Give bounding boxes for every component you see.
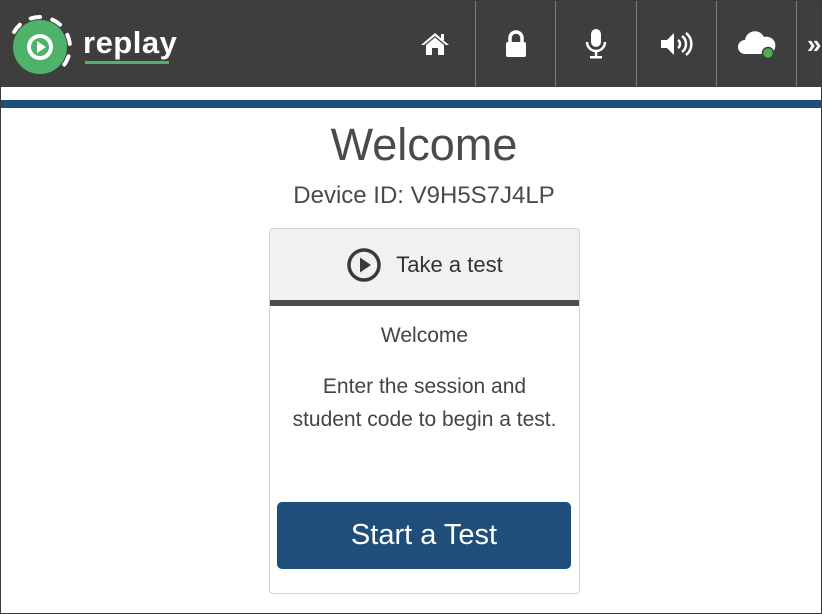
card-subtitle: Welcome	[380, 324, 469, 347]
more-button[interactable]: »	[796, 1, 822, 87]
card-instructions: Enter the session and student code to be…	[292, 375, 557, 431]
device-id-label: Device ID: V9H5S7J4LP	[293, 182, 555, 209]
microphone-icon	[585, 29, 606, 59]
start-test-button[interactable]: Start a Test	[277, 502, 571, 569]
more-icon: »	[807, 29, 822, 59]
play-circle-icon	[347, 247, 382, 282]
brand-name: replay	[83, 25, 178, 60]
lock-button[interactable]	[475, 1, 555, 87]
microphone-button[interactable]	[555, 1, 635, 87]
card-header: Take a test	[270, 229, 579, 306]
card-header-label: Take a test	[396, 251, 503, 277]
page-title: Welcome	[330, 119, 518, 170]
take-test-card: Take a test Welcome Enter the session an…	[269, 228, 580, 594]
lock-icon	[505, 30, 526, 57]
volume-button[interactable]	[636, 1, 716, 87]
accent-strip	[1, 100, 821, 108]
app-window: replay » Welcome Device ID: V9H5S7J4LP T…	[0, 0, 822, 614]
brand-underline	[85, 61, 169, 64]
top-bar: replay »	[1, 1, 821, 87]
home-icon	[420, 33, 449, 55]
home-button[interactable]	[395, 1, 474, 87]
cloud-status-button[interactable]	[716, 1, 796, 87]
cloud-status-icon	[737, 31, 775, 60]
volume-icon	[660, 32, 693, 56]
replay-logo-icon	[8, 15, 72, 77]
